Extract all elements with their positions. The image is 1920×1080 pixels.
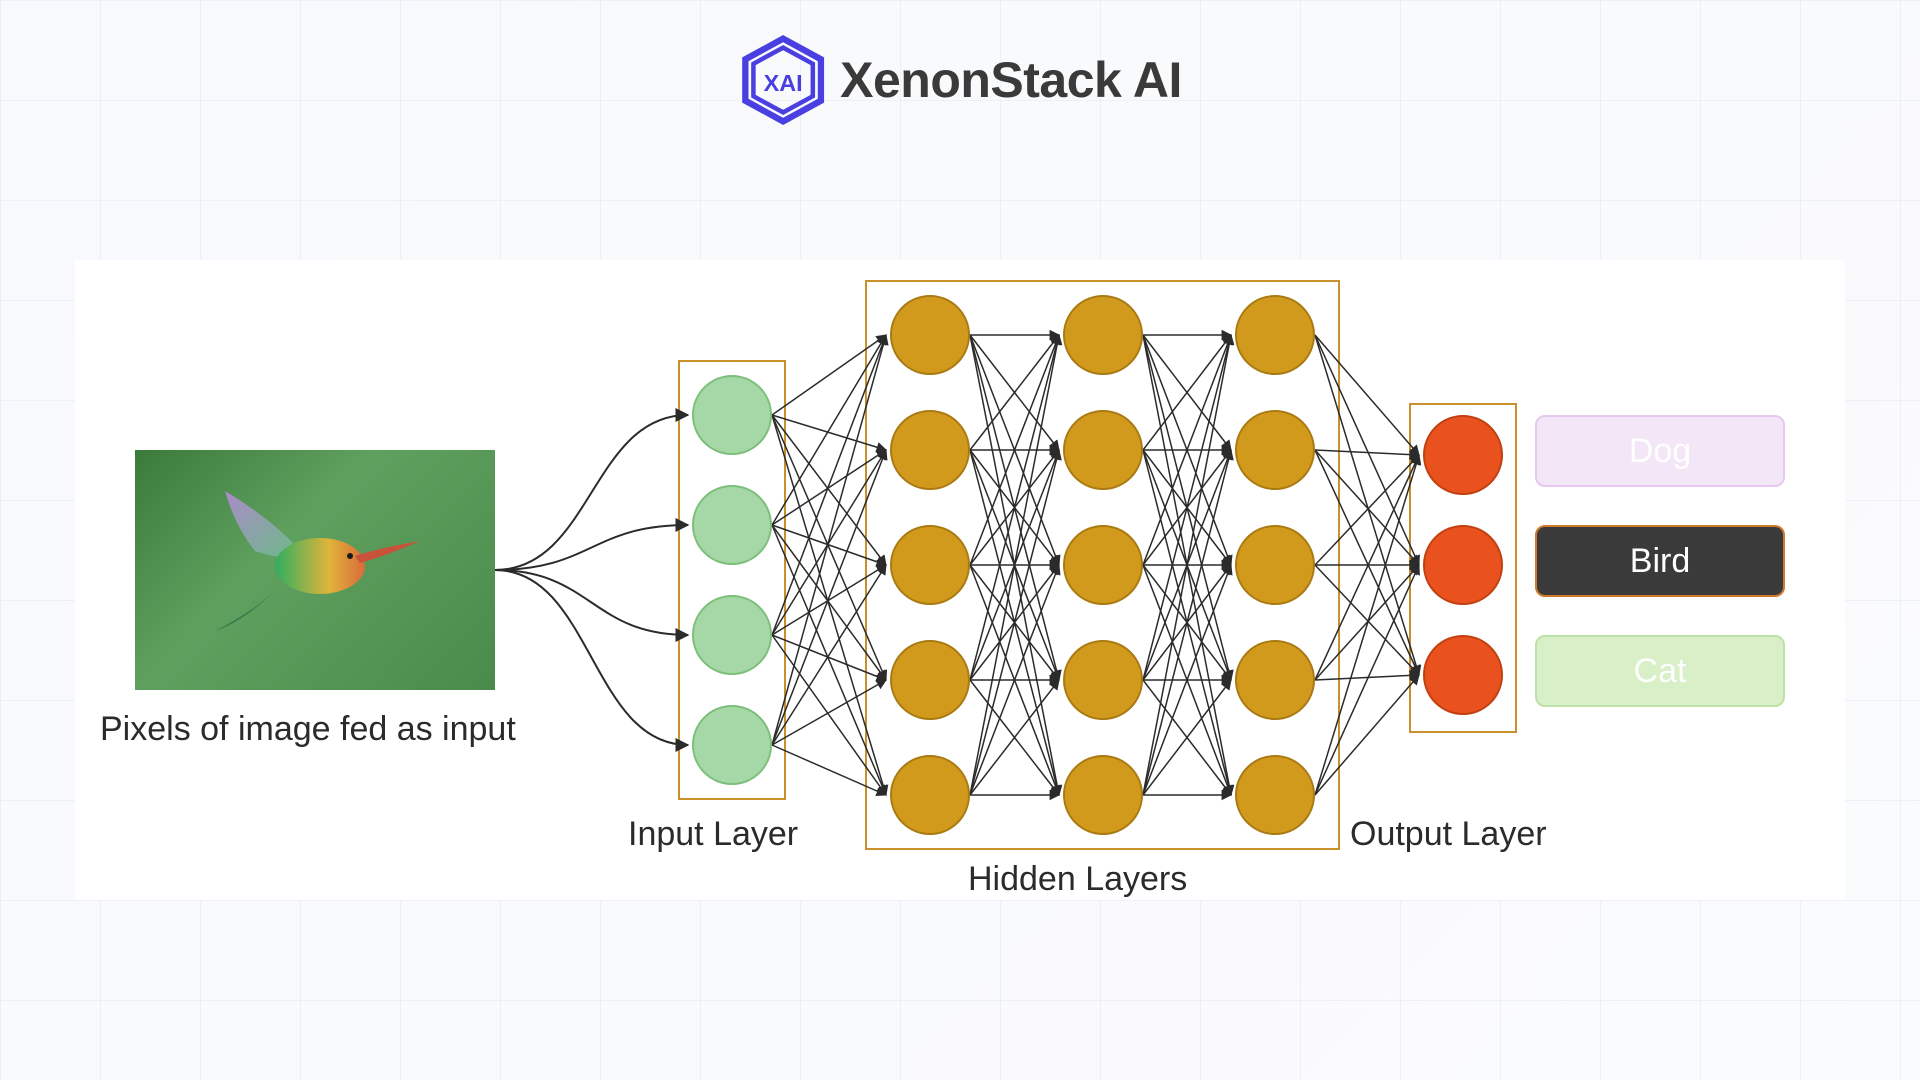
- class-label: Cat: [1634, 652, 1687, 691]
- hidden-node-1-4: [1063, 755, 1143, 835]
- hidden-node-2-0: [1235, 295, 1315, 375]
- hidden-layers-label: Hidden Layers: [968, 860, 1187, 899]
- hidden-node-0-3: [890, 640, 970, 720]
- input-node-0: [692, 375, 772, 455]
- class-box-dog: Dog: [1535, 415, 1785, 487]
- hidden-node-1-1: [1063, 410, 1143, 490]
- hidden-node-1-0: [1063, 295, 1143, 375]
- brand-logo-icon: XAI: [738, 35, 828, 125]
- output-layer-label: Output Layer: [1350, 815, 1547, 854]
- class-label: Dog: [1629, 432, 1691, 471]
- class-box-bird: Bird: [1535, 525, 1785, 597]
- hidden-node-1-3: [1063, 640, 1143, 720]
- hidden-node-2-1: [1235, 410, 1315, 490]
- brand-name: XenonStack AI: [840, 51, 1182, 109]
- svg-text:XAI: XAI: [764, 70, 803, 96]
- hidden-node-2-3: [1235, 640, 1315, 720]
- hidden-node-0-1: [890, 410, 970, 490]
- hidden-node-2-4: [1235, 755, 1315, 835]
- hidden-node-0-4: [890, 755, 970, 835]
- output-node-2: [1423, 635, 1503, 715]
- hidden-node-0-2: [890, 525, 970, 605]
- class-box-cat: Cat: [1535, 635, 1785, 707]
- neural-network-diagram: Pixels of image fed as input Input Layer…: [75, 260, 1845, 900]
- input-layer-label: Input Layer: [628, 815, 798, 854]
- hidden-node-1-2: [1063, 525, 1143, 605]
- input-caption: Pixels of image fed as input: [100, 710, 516, 749]
- input-image: [135, 450, 495, 690]
- input-node-3: [692, 705, 772, 785]
- output-node-1: [1423, 525, 1503, 605]
- class-label: Bird: [1630, 542, 1690, 581]
- hidden-node-0-0: [890, 295, 970, 375]
- input-node-1: [692, 485, 772, 565]
- hidden-node-2-2: [1235, 525, 1315, 605]
- input-node-2: [692, 595, 772, 675]
- brand-header: XAI XenonStack AI: [738, 35, 1182, 125]
- output-node-0: [1423, 415, 1503, 495]
